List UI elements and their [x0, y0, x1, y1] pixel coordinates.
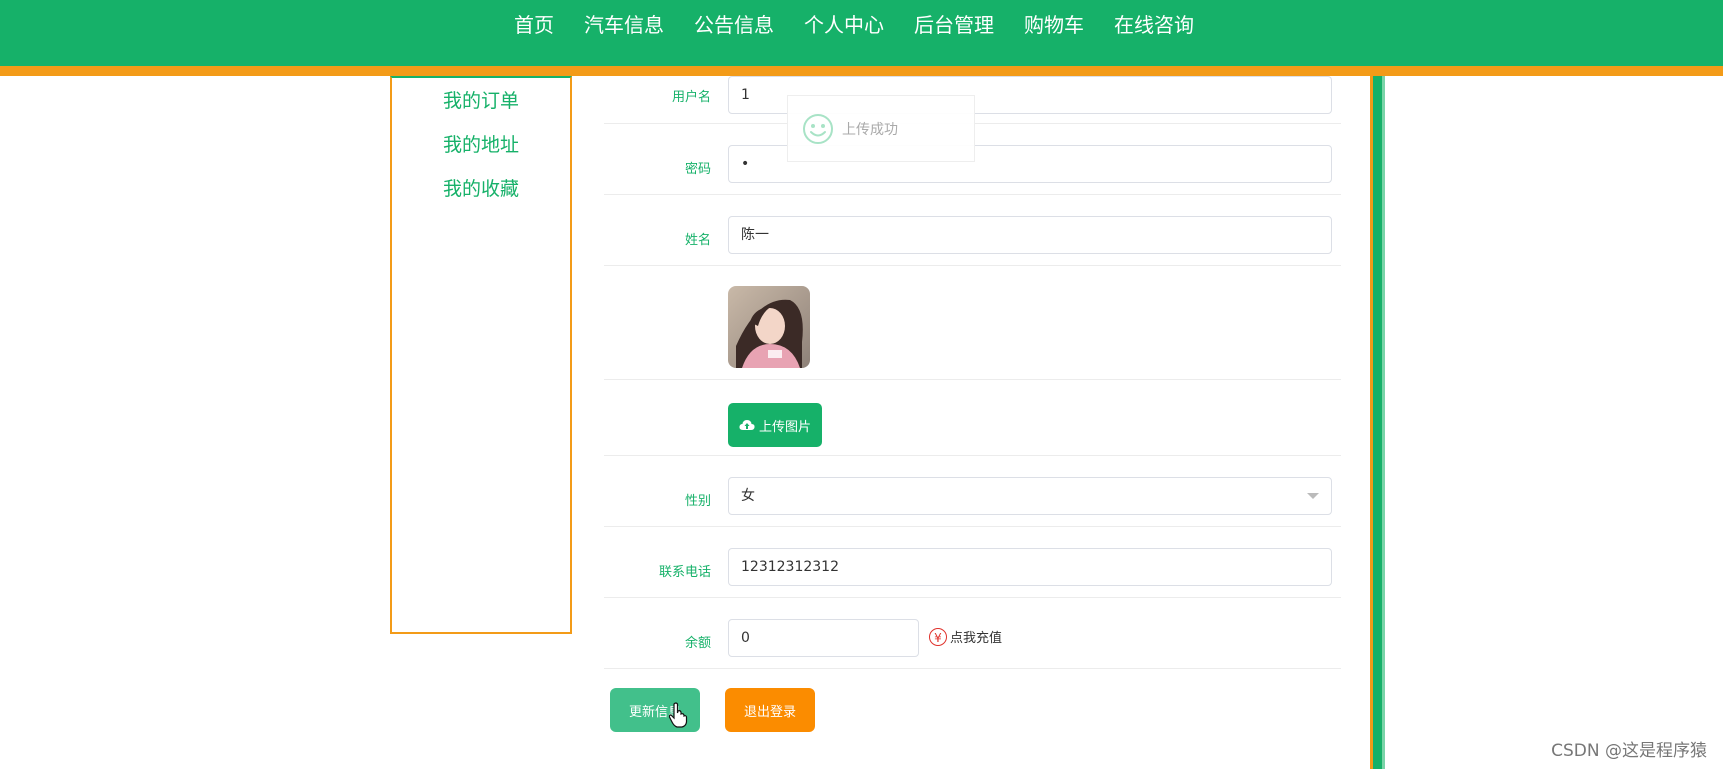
balance-input[interactable]: 0: [728, 619, 919, 657]
nav-item-personal-center[interactable]: 个人中心: [804, 9, 884, 38]
watermark-text: CSDN @这是程序猿: [1551, 741, 1707, 761]
upload-image-label: 上传图片: [758, 419, 811, 435]
recharge-link[interactable]: ¥ 点我充值: [929, 627, 1002, 646]
gender-value: 女: [741, 488, 755, 504]
right-side-bar: [1370, 76, 1388, 769]
phone-input[interactable]: 12312312312: [728, 548, 1332, 586]
logout-button[interactable]: 退出登录: [725, 688, 815, 732]
nav-item-announcements[interactable]: 公告信息: [694, 9, 774, 38]
form-row-avatar: [604, 266, 1341, 380]
nav-item-admin[interactable]: 后台管理: [914, 9, 994, 38]
sidebar-item-orders[interactable]: 我的订单: [392, 79, 570, 123]
form-row-gender: 性别 女: [604, 456, 1341, 527]
yen-icon: ¥: [929, 627, 947, 646]
smile-icon: [803, 113, 833, 144]
avatar-image: [728, 286, 810, 368]
toast-text: 上传成功: [842, 121, 898, 138]
sidebar-item-favorites[interactable]: 我的收藏: [392, 167, 570, 211]
form-row-balance: 余额 0 ¥ 点我充值: [604, 598, 1341, 669]
phone-label: 联系电话: [658, 565, 711, 580]
nav-item-home[interactable]: 首页: [514, 9, 554, 38]
upload-image-button[interactable]: 上传图片: [728, 403, 822, 447]
nav-item-cart[interactable]: 购物车: [1024, 9, 1084, 38]
upload-success-toast: 上传成功: [787, 95, 975, 162]
form-row-name: 姓名 陈一: [604, 195, 1341, 266]
nav-accent-stripe: [0, 66, 1723, 76]
name-label: 姓名: [684, 233, 711, 248]
balance-label: 余额: [684, 636, 711, 651]
name-input[interactable]: 陈一: [728, 216, 1332, 254]
password-label: 密码: [684, 162, 711, 177]
top-nav-bar: 首页 汽车信息 公告信息 个人中心 后台管理 购物车 在线咨询: [0, 0, 1723, 66]
username-label: 用户名: [671, 90, 711, 105]
main-nav: 首页 汽车信息 公告信息 个人中心 后台管理 购物车 在线咨询: [0, 0, 1723, 46]
nav-item-consult[interactable]: 在线咨询: [1114, 9, 1194, 38]
hand-cursor-icon: [668, 702, 688, 728]
gender-label: 性别: [684, 494, 711, 509]
form-row-upload: 上传图片: [604, 380, 1341, 456]
cloud-upload-icon: [739, 420, 755, 430]
personal-sidebar: 我的订单 我的地址 我的收藏: [390, 76, 572, 634]
recharge-label: 点我充值: [950, 631, 1003, 646]
form-row-phone: 联系电话 12312312312: [604, 527, 1341, 598]
nav-item-car-info[interactable]: 汽车信息: [584, 9, 664, 38]
sidebar-item-addresses[interactable]: 我的地址: [392, 123, 570, 167]
chevron-down-icon: [1307, 493, 1319, 499]
gender-select[interactable]: 女: [728, 477, 1332, 515]
